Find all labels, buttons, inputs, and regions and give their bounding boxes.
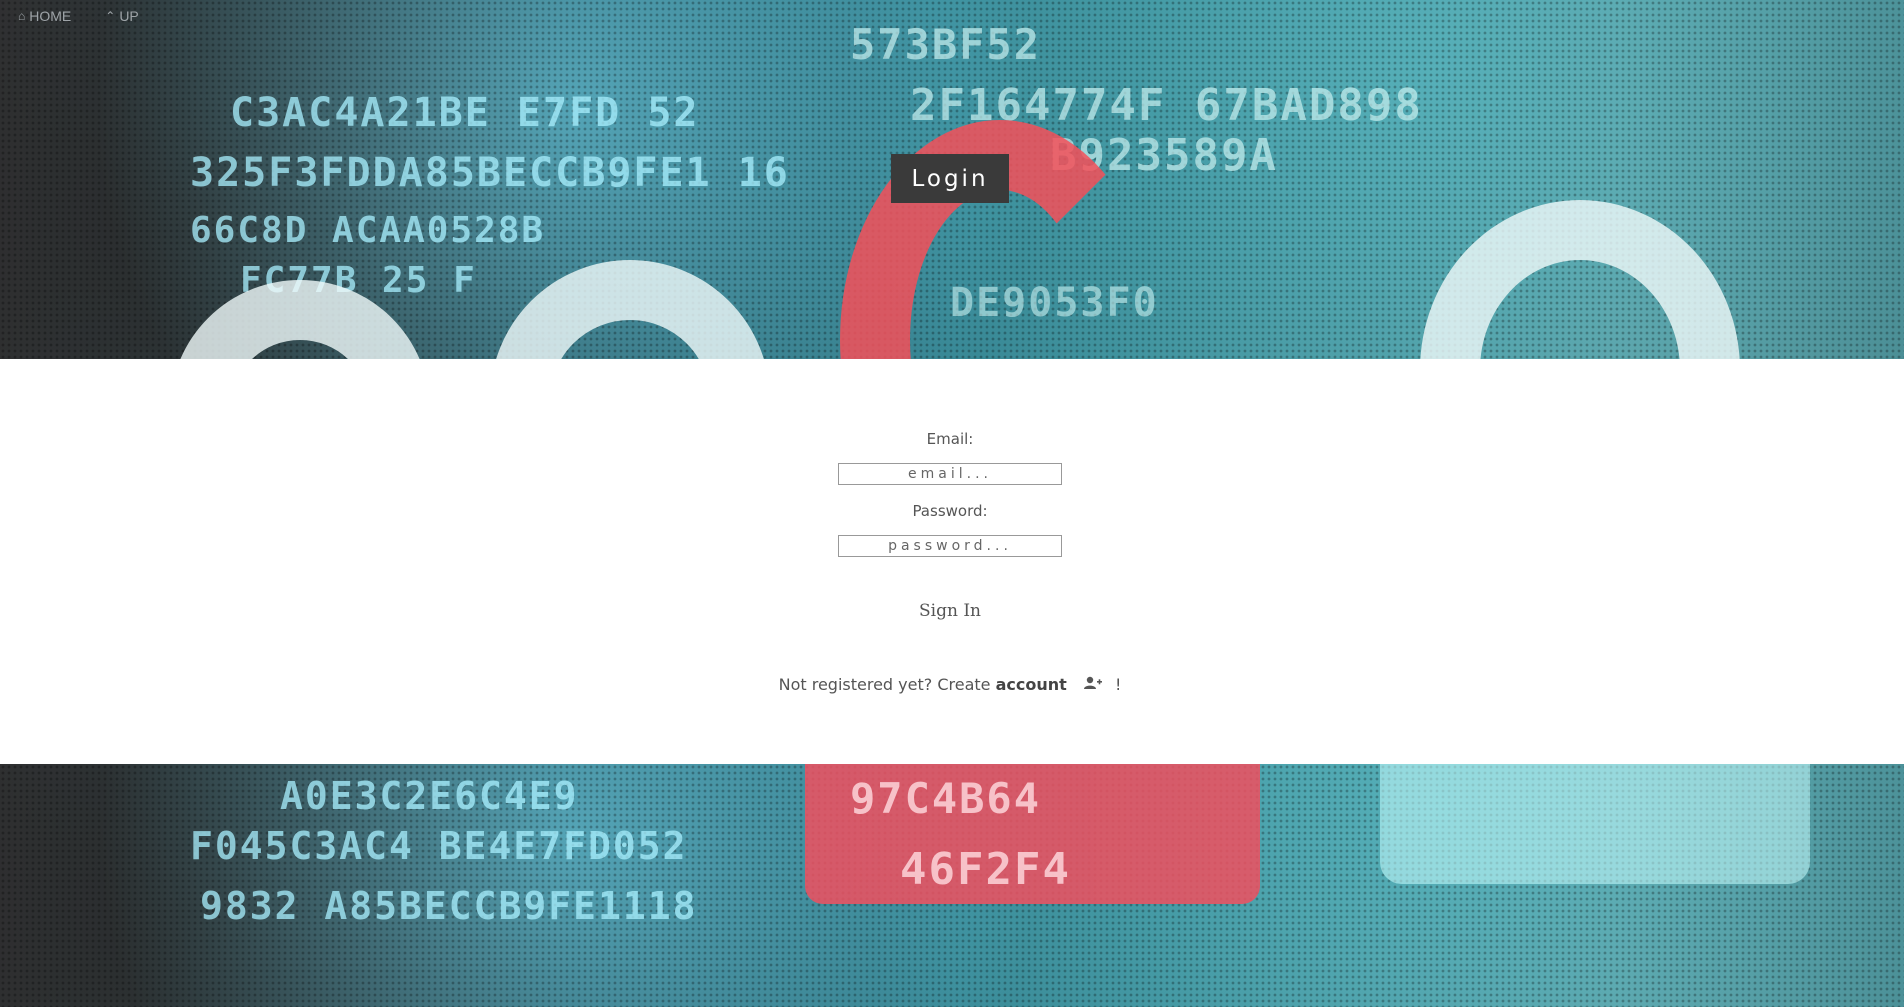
page-title: Login bbox=[891, 154, 1009, 203]
home-label: HOME bbox=[29, 8, 72, 24]
home-icon: ⌂ bbox=[18, 9, 26, 23]
login-panel bbox=[0, 359, 1904, 764]
top-nav: ⌂ HOME ⌃ UP bbox=[18, 8, 139, 24]
register-suffix: ! bbox=[1114, 675, 1122, 694]
password-field[interactable] bbox=[838, 535, 1062, 557]
create-account-link[interactable]: account bbox=[996, 675, 1067, 694]
footer-background: A0E3C2E6C4E9 F045C3AC4 BE4E7FD052 9832 A… bbox=[0, 764, 1904, 1007]
signin-button[interactable]: Sign In bbox=[919, 601, 981, 621]
email-field[interactable] bbox=[838, 463, 1062, 485]
password-label: Password: bbox=[912, 502, 988, 520]
home-link[interactable]: ⌂ HOME bbox=[18, 8, 71, 24]
register-prompt: Not registered yet? Create account ! bbox=[0, 675, 1900, 694]
up-link[interactable]: ⌃ UP bbox=[105, 8, 139, 24]
register-prefix: Not registered yet? Create bbox=[778, 675, 991, 694]
email-label: Email: bbox=[926, 430, 974, 448]
chevron-up-icon: ⌃ bbox=[105, 9, 116, 23]
signin-row: Sign In bbox=[0, 601, 1900, 621]
up-label: UP bbox=[119, 8, 139, 24]
user-plus-icon[interactable] bbox=[1083, 676, 1102, 694]
